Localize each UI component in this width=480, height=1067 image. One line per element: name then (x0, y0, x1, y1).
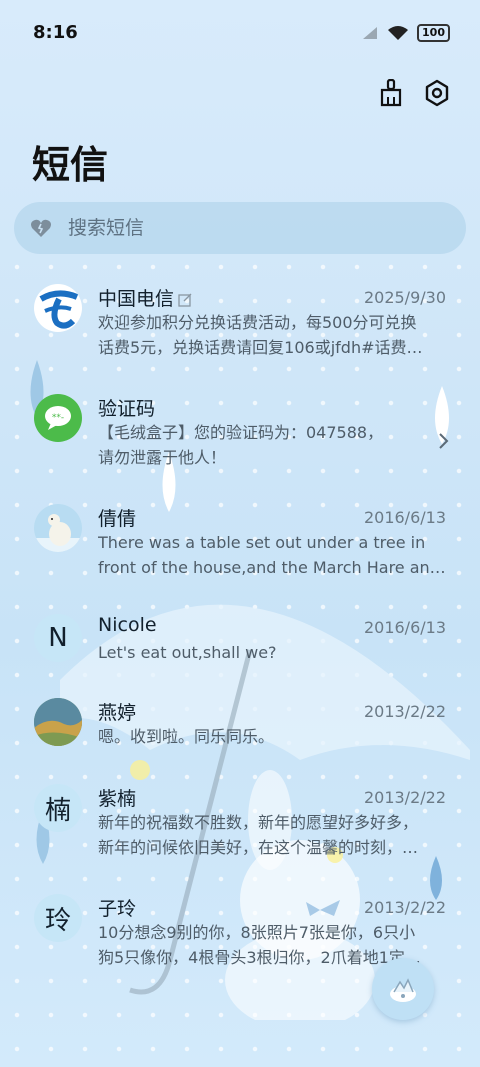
wifi-icon (388, 26, 409, 40)
contact-name: 紫楠 (98, 788, 137, 810)
contact-name: 倩倩 (98, 508, 137, 530)
contact-name: 子玲 (98, 898, 137, 920)
status-bar: 8:16 100 (0, 0, 480, 68)
landscape-photo-avatar-icon (34, 698, 82, 746)
message-preview: 【毛绒盒子】您的验证码为：047588， 请勿泄露于他人！ (98, 423, 384, 467)
battery-indicator: 100 (417, 24, 450, 42)
compose-button[interactable] (372, 958, 434, 1020)
message-preview: There was a table set out under a tree i… (98, 533, 446, 577)
message-date: 2016/6/13 (363, 618, 446, 637)
message-date: 2016/6/13 (363, 508, 446, 527)
avatar: 楠 (34, 784, 82, 832)
conversation-item[interactable]: 倩倩 2016/6/13 There was a table set out u… (0, 492, 480, 592)
avatar: **- (34, 394, 82, 442)
status-icons: 100 (361, 24, 450, 42)
status-time: 8:16 (33, 22, 78, 43)
message-date: 2013/2/22 (363, 702, 446, 721)
contact-name: 验证码 (98, 398, 156, 420)
china-telecom-logo-icon (39, 290, 79, 329)
avatar: N (34, 614, 82, 662)
contact-name: Nicole (98, 614, 157, 636)
message-preview: 新年的祝福数不胜数，新年的愿望好多好多， 新年的问候依旧美好，在这个温馨的时刻，… (98, 813, 419, 857)
settings-button[interactable] (422, 78, 452, 108)
message-date: 2025/9/30 (363, 288, 446, 307)
contact-name: 燕婷 (98, 702, 137, 724)
conversation-item[interactable]: 中国电信 2025/9/30 欢迎参加积分兑换话费活动，每500分可兑换 话费5… (0, 272, 480, 372)
avatar (34, 284, 82, 332)
message-bubble-icon: **- (45, 406, 71, 430)
svg-text:**-: **- (52, 413, 64, 423)
avatar (34, 504, 82, 552)
message-date: 2013/2/22 (363, 788, 446, 807)
search-heart-icon (30, 216, 54, 240)
page-title: 短信 (32, 143, 109, 187)
conversation-item[interactable]: 楠 紫楠 2013/2/22 新年的祝福数不胜数，新年的愿望好多好多， 新年的问… (0, 772, 480, 872)
message-preview: 欢迎参加积分兑换话费活动，每500分可兑换 话费5元，兑换话费请回复106或jf… (98, 313, 423, 357)
message-preview: Let's eat out,shall we? (98, 643, 277, 662)
conversation-item[interactable]: 燕婷 2013/2/22 嗯。收到啦。同乐同乐。 (0, 686, 480, 786)
chevron-right-icon[interactable] (438, 432, 450, 450)
message-date: 2013/2/22 (363, 898, 446, 917)
conversation-item[interactable]: **- 验证码 【毛绒盒子】您的验证码为：047588， 请勿泄露于他人！ (0, 382, 480, 482)
message-preview: 嗯。收到啦。同乐同乐。 (98, 727, 275, 746)
avatar: 玲 (34, 894, 82, 942)
search-input[interactable] (66, 216, 430, 240)
top-actions (376, 78, 452, 108)
gear-icon (425, 79, 449, 107)
avatar (34, 698, 82, 746)
clean-button[interactable] (376, 78, 406, 108)
compose-icon (390, 978, 416, 1002)
polar-bear-avatar-icon (34, 504, 82, 552)
broom-icon (380, 79, 402, 107)
edit-icon (178, 293, 192, 307)
search-bar[interactable] (14, 202, 466, 254)
signal-icon (363, 27, 378, 39)
contact-name: 中国电信 (98, 284, 192, 311)
